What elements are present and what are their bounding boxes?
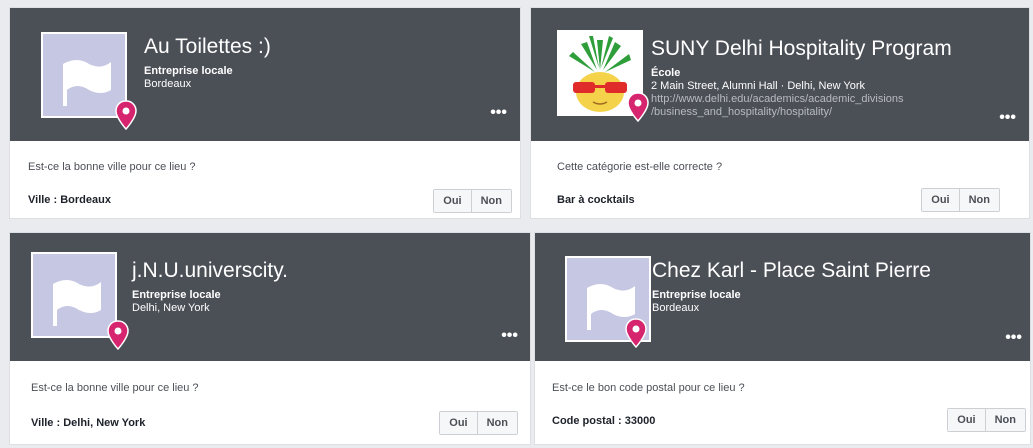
question-text: Est-ce la bonne ville pour ce lieu ? bbox=[31, 382, 199, 394]
yes-no-group: Oui Non bbox=[439, 411, 518, 435]
place-card-suny-delhi: SUNY Delhi Hospitality Program École 2 M… bbox=[530, 7, 1030, 219]
place-thumbnail[interactable] bbox=[557, 30, 649, 122]
map-pin-icon bbox=[627, 92, 649, 122]
no-button[interactable]: Non bbox=[470, 190, 511, 212]
place-website-link-line2[interactable]: /business_and_hospitality/hospitality/ bbox=[651, 106, 952, 119]
place-card-chez-karl: Chez Karl - Place Saint Pierre Entrepris… bbox=[534, 232, 1031, 445]
place-card-au-toilettes: Au Toilettes :) Entreprise locale Bordea… bbox=[9, 7, 521, 219]
place-location: Delhi, New York bbox=[132, 302, 210, 314]
map-pin-icon bbox=[115, 100, 137, 130]
yes-button[interactable]: Oui bbox=[440, 412, 477, 434]
suggested-answer: Ville : Delhi, New York bbox=[31, 417, 146, 429]
place-thumbnail[interactable] bbox=[41, 32, 137, 130]
place-info: j.N.U.universcity. Entreprise locale Del… bbox=[132, 258, 288, 315]
more-options-button[interactable]: ••• bbox=[1005, 330, 1022, 346]
more-options-button[interactable]: ••• bbox=[490, 105, 507, 121]
place-info: SUNY Delhi Hospitality Program École 2 M… bbox=[651, 36, 952, 119]
place-thumbnail[interactable] bbox=[31, 252, 129, 350]
yes-no-group: Oui Non bbox=[921, 188, 1000, 212]
no-button[interactable]: Non bbox=[476, 412, 517, 434]
more-options-button[interactable]: ••• bbox=[999, 110, 1016, 126]
no-button[interactable]: Non bbox=[958, 189, 999, 211]
place-title[interactable]: Chez Karl - Place Saint Pierre bbox=[652, 258, 931, 284]
question-text: Est-ce le bon code postal pour ce lieu ? bbox=[552, 382, 745, 394]
place-category: École bbox=[651, 67, 681, 79]
place-title[interactable]: Au Toilettes :) bbox=[144, 34, 271, 60]
question-text: Est-ce la bonne ville pour ce lieu ? bbox=[28, 161, 196, 173]
place-title[interactable]: SUNY Delhi Hospitality Program bbox=[651, 36, 952, 62]
yes-button[interactable]: Oui bbox=[434, 190, 471, 212]
question-text: Cette catégorie est-elle correcte ? bbox=[557, 161, 723, 173]
place-category: Entreprise locale bbox=[144, 65, 233, 77]
no-button[interactable]: Non bbox=[984, 409, 1025, 431]
place-category: Entreprise locale bbox=[132, 289, 221, 301]
card-header: SUNY Delhi Hospitality Program École 2 M… bbox=[531, 8, 1029, 141]
yes-no-group: Oui Non bbox=[433, 189, 512, 213]
place-website-link-line1[interactable]: http://www.delhi.edu/academics/academic_… bbox=[651, 93, 952, 106]
suggested-answer: Code postal : 33000 bbox=[552, 415, 656, 427]
place-thumbnail[interactable] bbox=[565, 256, 651, 348]
map-pin-icon bbox=[625, 318, 647, 348]
place-info: Chez Karl - Place Saint Pierre Entrepris… bbox=[652, 258, 931, 315]
suggested-answer: Ville : Bordeaux bbox=[28, 194, 111, 206]
suggested-answer: Bar à cocktails bbox=[557, 194, 635, 206]
yes-button[interactable]: Oui bbox=[922, 189, 959, 211]
more-options-button[interactable]: ••• bbox=[501, 328, 518, 344]
place-card-jnu-universcity: j.N.U.universcity. Entreprise locale Del… bbox=[9, 232, 531, 445]
yes-no-group: Oui Non bbox=[947, 408, 1026, 432]
place-location: Bordeaux bbox=[652, 302, 700, 314]
place-location: Bordeaux bbox=[144, 78, 192, 90]
card-header: Au Toilettes :) Entreprise locale Bordea… bbox=[10, 8, 520, 141]
card-header: j.N.U.universcity. Entreprise locale Del… bbox=[10, 233, 530, 361]
map-pin-icon bbox=[107, 320, 129, 350]
yes-button[interactable]: Oui bbox=[948, 409, 985, 431]
place-address: 2 Main Street, Alumni Hall · Delhi, New … bbox=[651, 80, 865, 92]
place-info: Au Toilettes :) Entreprise locale Bordea… bbox=[144, 34, 271, 91]
card-header: Chez Karl - Place Saint Pierre Entrepris… bbox=[535, 233, 1030, 361]
place-title[interactable]: j.N.U.universcity. bbox=[132, 258, 288, 284]
place-category: Entreprise locale bbox=[652, 289, 741, 301]
